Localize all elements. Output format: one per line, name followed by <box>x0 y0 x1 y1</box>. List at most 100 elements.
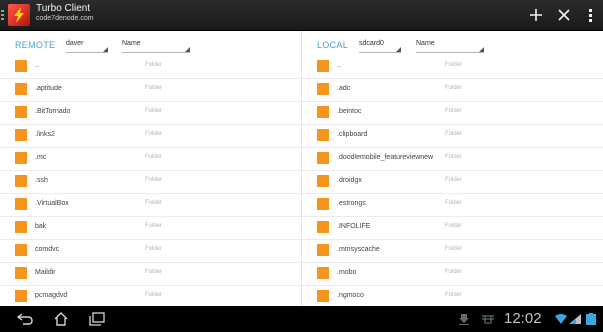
folder-icon <box>317 60 329 72</box>
menu-grip-icon[interactable] <box>0 8 6 22</box>
file-name: .ssh <box>35 177 48 184</box>
file-name: .droidgx <box>337 177 362 184</box>
file-row[interactable]: .droidgx Folder <box>302 171 603 194</box>
folder-icon <box>317 221 329 233</box>
file-name: .mc <box>35 154 47 161</box>
folder-icon <box>317 106 329 118</box>
remote-sort: Name <box>122 40 141 47</box>
home-icon[interactable] <box>50 310 72 328</box>
file-name: .. <box>337 62 341 69</box>
file-type: Folder <box>445 223 463 229</box>
folder-icon <box>15 267 27 279</box>
file-type: Folder <box>145 131 163 137</box>
file-type: Folder <box>145 200 163 206</box>
file-name: .mmsyscache <box>337 246 380 253</box>
local-file-list: .. Folder .adc Folder .beintoc Folder .clipboa… <box>302 56 603 332</box>
recent-apps-icon[interactable] <box>86 310 108 328</box>
file-name: pcmagdvd <box>35 292 68 299</box>
folder-icon <box>317 129 329 141</box>
local-directory-spinner[interactable]: sdcard0 <box>359 40 401 53</box>
file-type: Folder <box>445 246 463 252</box>
remote-pane: REMOTE daver Name .. Folder .aptitude Folde… <box>0 31 301 332</box>
file-name: Maildir <box>35 269 56 276</box>
action-bar: Turbo Client code7denode.com <box>0 0 603 31</box>
file-row[interactable]: .doodlemobile_featureviewnew Folder <box>302 148 603 171</box>
file-type: Folder <box>145 269 163 275</box>
file-row[interactable]: .mmsyscache Folder <box>302 240 603 263</box>
wifi-icon <box>555 314 567 324</box>
file-row[interactable]: .ssh Folder <box>0 171 301 194</box>
file-name: .. <box>35 62 39 69</box>
remote-sort-spinner[interactable]: Name <box>122 40 190 53</box>
folder-icon <box>15 106 27 118</box>
file-name: .adc <box>337 85 351 92</box>
file-type: Folder <box>145 246 163 252</box>
overflow-menu-icon[interactable] <box>582 5 598 25</box>
file-row[interactable]: comdvc Folder <box>0 240 301 263</box>
file-type: Folder <box>445 177 463 183</box>
folder-icon <box>317 267 329 279</box>
spinner-arrow-icon <box>103 47 108 52</box>
folder-icon <box>317 175 329 187</box>
battery-icon <box>586 313 596 325</box>
spinner-arrow-icon <box>185 47 190 52</box>
remote-header: REMOTE daver Name <box>0 31 301 55</box>
folder-icon <box>15 83 27 95</box>
app-title: Turbo Client <box>36 3 91 14</box>
file-row[interactable]: .links2 Folder <box>0 125 301 148</box>
folder-icon <box>317 290 329 302</box>
file-type: Folder <box>445 154 463 160</box>
file-type: Folder <box>445 131 463 137</box>
file-type: Folder <box>145 108 163 114</box>
file-row[interactable]: Maildir Folder <box>0 263 301 286</box>
folder-icon <box>15 290 27 302</box>
file-row[interactable]: .VirtualBox Folder <box>0 194 301 217</box>
turbo-client-logo[interactable] <box>8 4 30 26</box>
local-header: LOCAL sdcard0 Name <box>302 31 603 55</box>
file-row[interactable]: .adc Folder <box>302 79 603 102</box>
folder-icon <box>317 244 329 256</box>
file-row[interactable]: .. Folder <box>302 56 603 79</box>
close-icon[interactable] <box>554 5 574 25</box>
file-type: Folder <box>145 154 163 160</box>
file-row[interactable]: bak Folder <box>0 217 301 240</box>
folder-icon <box>15 175 27 187</box>
local-sort: Name <box>416 40 435 47</box>
file-name: .ngmoco <box>337 292 364 299</box>
spinner-arrow-icon <box>479 47 484 52</box>
remote-directory-spinner[interactable]: daver <box>66 40 108 53</box>
local-sort-spinner[interactable]: Name <box>416 40 484 53</box>
file-row[interactable]: .mobo Folder <box>302 263 603 286</box>
folder-icon <box>15 152 27 164</box>
remote-label: REMOTE <box>15 40 56 50</box>
file-type: Folder <box>445 62 463 68</box>
file-row[interactable]: .. Folder <box>0 56 301 79</box>
add-icon[interactable] <box>526 5 546 25</box>
file-row[interactable]: .INFOLIFE Folder <box>302 217 603 240</box>
file-type: Folder <box>445 108 463 114</box>
file-row[interactable]: .aptitude Folder <box>0 79 301 102</box>
file-name: .mobo <box>337 269 357 276</box>
file-name: .doodlemobile_featureviewnew <box>337 154 434 161</box>
folder-icon <box>317 83 329 95</box>
local-label: LOCAL <box>317 40 349 50</box>
file-name: bak <box>35 223 47 230</box>
file-type: Folder <box>445 85 463 91</box>
back-icon[interactable] <box>14 310 36 328</box>
local-pane: LOCAL sdcard0 Name .. Folder .adc Folder .be… <box>302 31 603 332</box>
file-row[interactable]: .mc Folder <box>0 148 301 171</box>
notification-icons[interactable] <box>458 313 496 325</box>
system-nav-bar: 12:02 <box>0 306 603 332</box>
usb-icon <box>482 315 494 324</box>
file-row[interactable]: .BitTornado Folder <box>0 102 301 125</box>
download-icon <box>459 314 469 325</box>
file-row[interactable]: .estrongs Folder <box>302 194 603 217</box>
file-type: Folder <box>145 177 163 183</box>
file-type: Folder <box>145 223 163 229</box>
file-name: .estrongs <box>337 200 366 207</box>
remote-file-list: .. Folder .aptitude Folder .BitTornado Folder… <box>0 56 301 332</box>
file-name: .beintoc <box>337 108 362 115</box>
folder-icon <box>15 221 27 233</box>
file-row[interactable]: .beintoc Folder <box>302 102 603 125</box>
file-row[interactable]: .clipboard Folder <box>302 125 603 148</box>
